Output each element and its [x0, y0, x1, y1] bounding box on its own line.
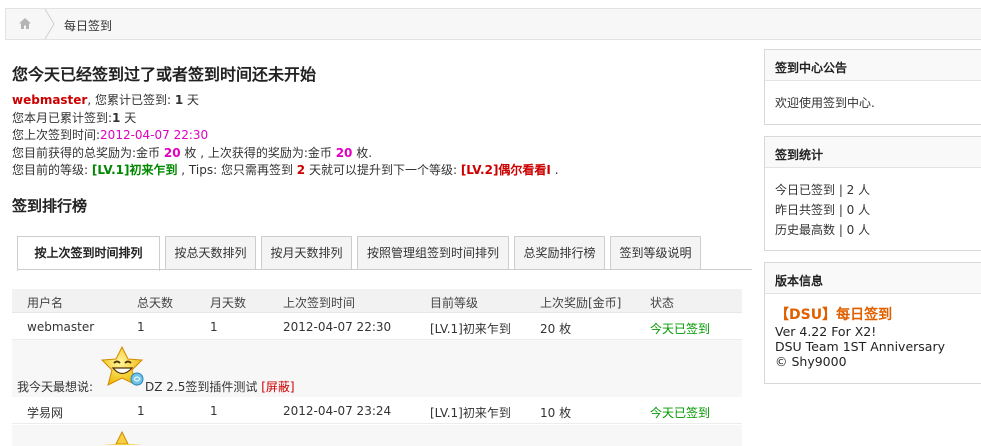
tab-divider: [17, 269, 752, 270]
col-last-time: 上次签到时间: [283, 296, 356, 310]
col-total-days: 总天数: [137, 296, 174, 310]
home-icon: [19, 18, 31, 29]
row-time: 2012-04-07 23:24: [283, 404, 392, 418]
tab-by-total-days[interactable]: 按总天数排列: [165, 236, 256, 270]
row-status: 今天已签到: [650, 322, 711, 336]
breadcrumb-separator-icon: [44, 9, 55, 39]
table-row: webmaster 1 1 2012-04-07 22:30 [LV.1]初来乍…: [12, 314, 742, 340]
stats-list: 今日已签到 | 2 人 昨日共签到 | 0 人 历史最高数 | 0 人: [765, 168, 981, 250]
col-month-days: 月天数: [210, 296, 247, 310]
message-row: [12, 425, 742, 446]
dsu-product-link[interactable]: 【DSU】每日签到: [775, 307, 971, 324]
row-level: [LV.1]初来乍到: [430, 406, 511, 420]
stats-today: 今日已签到 | 2 人: [775, 183, 871, 197]
info-line-month: 您本月已累计签到:1 天: [12, 110, 137, 125]
notice-title: 签到中心公告: [765, 50, 981, 81]
version-title: 版本信息: [765, 263, 981, 294]
happy-emote-icon: [100, 345, 144, 386]
row-time: 2012-04-07 22:30: [283, 320, 392, 334]
tab-level-description[interactable]: 签到等级说明: [610, 236, 701, 270]
row-username[interactable]: webmaster: [27, 320, 94, 334]
dsu-version-lines: Ver 4.22 For X2! DSU Team 1ST Anniversar…: [775, 324, 945, 369]
table-row: 学易网 1 1 2012-04-07 23:24 [LV.1]初来乍到 10 枚…: [12, 398, 742, 424]
table-header: 用户名 总天数 月天数 上次签到时间 目前等级 上次奖励[金币] 状态: [12, 289, 742, 313]
username[interactable]: webmaster: [12, 93, 87, 107]
sidebar-version-panel: 版本信息 【DSU】每日签到 Ver 4.22 For X2! DSU Team…: [764, 262, 981, 384]
row-reward: 20 枚: [540, 322, 572, 336]
row-month: 1: [210, 320, 218, 334]
notice-text: 欢迎使用签到中心.: [775, 96, 875, 110]
tab-reward-ranking[interactable]: 总奖励排行榜: [514, 236, 605, 270]
block-link[interactable]: [屏蔽]: [261, 380, 294, 394]
stats-title: 签到统计: [765, 137, 981, 168]
row-total: 1: [137, 404, 145, 418]
page-headline: 您今天已经签到过了或者签到时间还未开始: [12, 65, 317, 84]
breadcrumb: 每日签到: [5, 8, 981, 40]
col-username: 用户名: [27, 296, 64, 310]
col-level: 目前等级: [430, 296, 479, 310]
info-line-reward: 您目前获得的总奖励为:金币 20 枚 , 上次获得的奖励为:金币 20 枚.: [12, 145, 373, 160]
col-status: 状态: [650, 296, 675, 310]
tab-by-month-days[interactable]: 按月天数排列: [261, 236, 352, 270]
message-row: 我今天最想说: DZ 2.5签到插件测试 [屏蔽]: [12, 340, 742, 397]
stats-yesterday: 昨日共签到 | 0 人: [775, 203, 871, 217]
ranking-title: 签到排行榜: [12, 197, 88, 215]
info-line-total: webmaster, 您累计已签到: 1 天: [12, 93, 200, 107]
info-line-last-time: 您上次签到时间:2012-04-07 22:30: [12, 128, 209, 142]
sign-info: webmaster, 您累计已签到: 1 天 您本月已累计签到:1 天 您上次签…: [12, 92, 559, 180]
row-level: [LV.1]初来乍到: [430, 322, 511, 336]
row-total: 1: [137, 320, 145, 334]
info-line-level: 您目前的等级: [LV.1]初来乍到 , Tips: 您只需再签到 2 天就可以…: [12, 163, 559, 177]
message-text: DZ 2.5签到插件测试 [屏蔽]: [145, 380, 295, 394]
stats-record: 历史最高数 | 0 人: [775, 223, 871, 237]
row-reward: 10 枚: [540, 406, 572, 420]
tab-by-last-time[interactable]: 按上次签到时间排列: [17, 236, 160, 271]
home-link[interactable]: [6, 9, 44, 39]
happy-emote-icon: [102, 430, 144, 445]
sidebar-notice-panel: 签到中心公告 欢迎使用签到中心.: [764, 49, 981, 125]
row-month: 1: [210, 404, 218, 418]
sidebar-stats-panel: 签到统计 今日已签到 | 2 人 昨日共签到 | 0 人 历史最高数 | 0 人: [764, 136, 981, 251]
message-label: 我今天最想说:: [17, 380, 94, 394]
row-status: 今天已签到: [650, 406, 711, 420]
col-reward: 上次奖励[金币]: [540, 296, 622, 310]
tab-by-admin-time[interactable]: 按照管理组签到时间排列: [357, 236, 509, 270]
breadcrumb-title[interactable]: 每日签到: [64, 17, 112, 34]
row-username[interactable]: 学易网: [27, 404, 63, 421]
version-info: 【DSU】每日签到 Ver 4.22 For X2! DSU Team 1ST …: [765, 294, 981, 379]
